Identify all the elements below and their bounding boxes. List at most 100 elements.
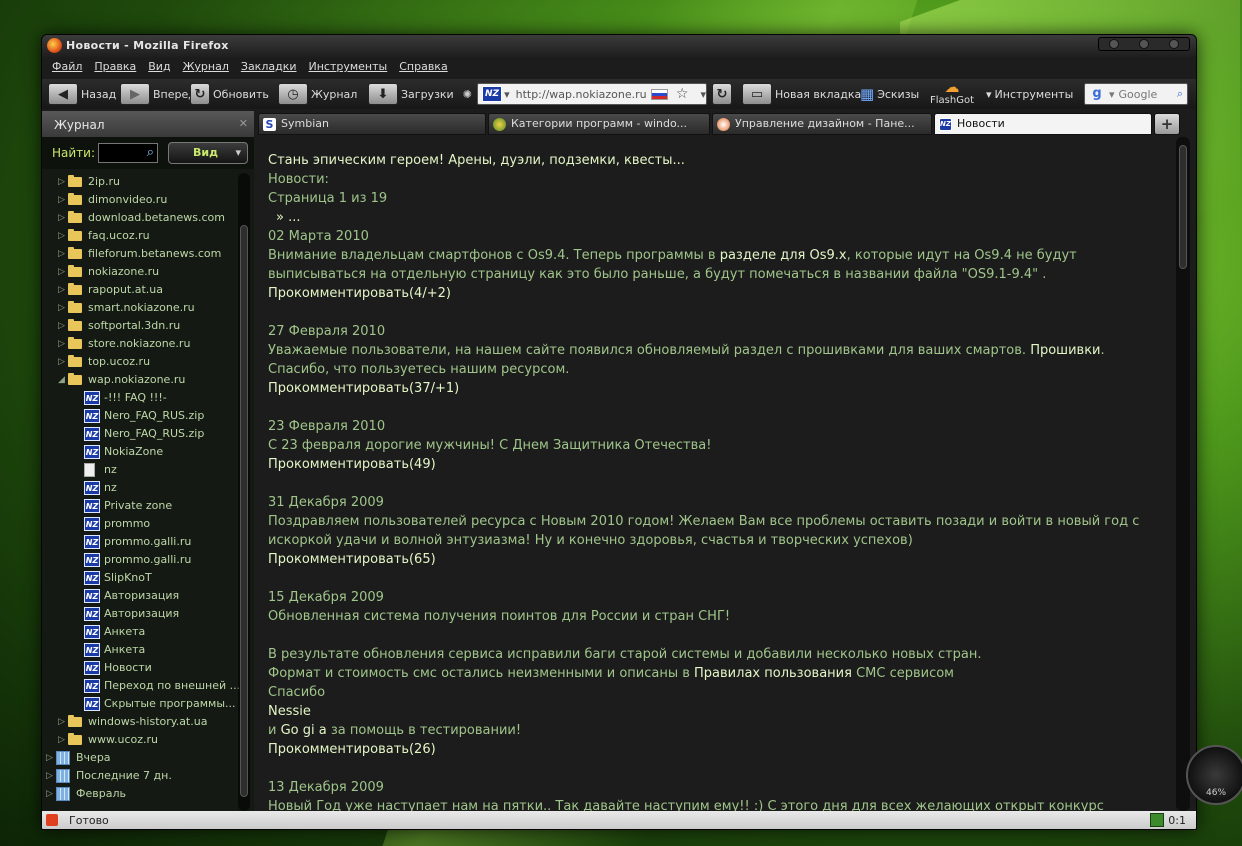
history-folder[interactable]: ◢ wap.nokiazone.ru: [42, 371, 238, 389]
history-folder[interactable]: ▷ fileforum.betanews.com: [42, 245, 238, 263]
collapsed-arrow-icon[interactable]: ▷: [46, 785, 53, 803]
history-folder[interactable]: ▷ faq.ucoz.ru: [42, 227, 238, 245]
pagination-more-link[interactable]: » ...: [268, 208, 1176, 227]
find-input[interactable]: ⌕: [98, 143, 158, 163]
history-page[interactable]: NZ Nero_FAQ_RUS.zip: [42, 425, 238, 443]
find-search-icon[interactable]: ⌕: [147, 145, 154, 160]
google-icon[interactable]: g: [1088, 86, 1106, 102]
collapsed-arrow-icon[interactable]: ▷: [58, 173, 65, 191]
collapsed-arrow-icon[interactable]: ▷: [58, 209, 65, 227]
history-page[interactable]: NZ Скрытые программы...: [42, 695, 238, 713]
menu-file[interactable]: Файл: [52, 60, 82, 76]
history-page[interactable]: NZ SlipKnoT: [42, 569, 238, 587]
minimize-button[interactable]: [1109, 39, 1119, 49]
history-page[interactable]: NZ Анкета: [42, 623, 238, 641]
tools-menu-button[interactable]: ▾ Инструменты: [986, 83, 1073, 105]
history-button[interactable]: ◷ Журнал: [278, 83, 357, 105]
close-button[interactable]: [1169, 39, 1179, 49]
go-button[interactable]: ↻: [712, 83, 732, 105]
menu-tools[interactable]: Инструменты: [309, 60, 388, 76]
comment-link[interactable]: Прокомментировать(26): [268, 740, 1176, 759]
content-scroll-thumb[interactable]: [1179, 145, 1187, 269]
tab-symbian[interactable]: S Symbian: [258, 113, 486, 135]
menu-view[interactable]: Вид: [148, 60, 170, 76]
tab-design-management[interactable]: Управление дизайном - Пане...: [712, 113, 932, 135]
history-page[interactable]: NZ prommo: [42, 515, 238, 533]
history-page[interactable]: NZ NokiaZone: [42, 443, 238, 461]
history-page[interactable]: NZ nz: [42, 479, 238, 497]
history-page[interactable]: NZ prommo.galli.ru: [42, 551, 238, 569]
history-folder[interactable]: ▷ smart.nokiazone.ru: [42, 299, 238, 317]
menu-history[interactable]: Журнал: [183, 60, 229, 76]
sketches-button[interactable]: ▦ Эскизы: [860, 83, 919, 105]
history-folder[interactable]: ▷ store.nokiazone.ru: [42, 335, 238, 353]
sidebar-scroll-thumb[interactable]: [240, 225, 248, 797]
collapsed-arrow-icon[interactable]: ▷: [58, 335, 65, 353]
comment-link[interactable]: Прокомментировать(4/+2): [268, 284, 1176, 303]
sidebar-scrollbar[interactable]: [238, 173, 250, 811]
bookmark-star-icon[interactable]: ☆: [676, 86, 689, 102]
downloads-button[interactable]: ⬇ Загрузки ✺: [368, 83, 472, 105]
history-folder[interactable]: ▷ windows-history.at.ua: [42, 713, 238, 731]
collapsed-arrow-icon[interactable]: ▷: [58, 731, 65, 749]
history-folder[interactable]: ▷ www.ucoz.ru: [42, 731, 238, 749]
collapsed-arrow-icon[interactable]: ▷: [46, 767, 53, 785]
forward-button[interactable]: ▶ Вперед: [120, 83, 196, 105]
url-text[interactable]: http://wap.nokiazone.ru: [516, 88, 647, 101]
comment-link[interactable]: Прокомментировать(49): [268, 455, 1176, 474]
history-folder[interactable]: ▷ rapoput.at.ua: [42, 281, 238, 299]
news-inline-link[interactable]: Nessie: [268, 704, 311, 719]
new-tab-button[interactable]: ▭ Новая вкладка: [742, 83, 861, 105]
collapsed-arrow-icon[interactable]: ▷: [58, 281, 65, 299]
search-input[interactable]: Google: [1119, 88, 1158, 101]
history-page[interactable]: NZ Авторизация: [42, 605, 238, 623]
history-page[interactable]: NZ Новости: [42, 659, 238, 677]
history-page[interactable]: NZ Nero_FAQ_RUS.zip: [42, 407, 238, 425]
history-group[interactable]: ▷ Последние 7 дн.: [42, 767, 238, 785]
tab-news[interactable]: NZ Новости: [934, 113, 1152, 135]
collapsed-arrow-icon[interactable]: ▷: [58, 353, 65, 371]
status-security-icon[interactable]: [1150, 813, 1164, 827]
reload-button[interactable]: ↻ Обновить: [190, 83, 269, 105]
collapsed-arrow-icon[interactable]: ▷: [58, 191, 65, 209]
history-folder[interactable]: ▷ download.betanews.com: [42, 209, 238, 227]
comment-link[interactable]: Прокомментировать(37/+1): [268, 379, 1176, 398]
news-inline-link[interactable]: Прошивки: [1030, 343, 1100, 358]
search-engine-dropdown-icon[interactable]: ▾: [1109, 88, 1115, 101]
flashgot-button[interactable]: ☁ FlashGot: [930, 79, 974, 106]
menu-help[interactable]: Справка: [399, 60, 447, 76]
history-page[interactable]: NZ prommo.galli.ru: [42, 533, 238, 551]
add-tab-button[interactable]: +: [1154, 113, 1180, 135]
collapsed-arrow-icon[interactable]: ▷: [46, 749, 53, 767]
url-bar[interactable]: NZ ▾ http://wap.nokiazone.ru ☆ ▾: [477, 83, 707, 105]
history-group[interactable]: ▷ Вчера: [42, 749, 238, 767]
news-inline-link[interactable]: Правилах пользования: [694, 666, 852, 681]
history-folder[interactable]: ▷ top.ucoz.ru: [42, 353, 238, 371]
history-page[interactable]: NZ Переход по внешней ...: [42, 677, 240, 695]
search-box[interactable]: g ▾ Google ⌕: [1084, 83, 1188, 105]
collapsed-arrow-icon[interactable]: ▷: [58, 299, 65, 317]
history-folder[interactable]: ▷ 2ip.ru: [42, 173, 238, 191]
promo-banner-link[interactable]: Стань эпическим героем! Арены, дуэли, по…: [268, 151, 1176, 170]
maximize-button[interactable]: [1139, 39, 1149, 49]
view-dropdown[interactable]: Вид ▾: [168, 142, 248, 164]
tab-program-categories[interactable]: Категории программ - windo...: [488, 113, 710, 135]
expanded-arrow-icon[interactable]: ◢: [58, 371, 65, 389]
collapsed-arrow-icon[interactable]: ▷: [58, 245, 65, 263]
sidebar-close-icon[interactable]: ✕: [239, 117, 248, 130]
favicon-dropdown-icon[interactable]: ▾: [504, 88, 510, 101]
comment-link[interactable]: Прокомментировать(65): [268, 550, 1176, 569]
history-page[interactable]: NZ Private zone: [42, 497, 238, 515]
history-folder[interactable]: ▷ nokiazone.ru: [42, 263, 238, 281]
collapsed-arrow-icon[interactable]: ▷: [58, 263, 65, 281]
url-dropdown-icon[interactable]: ▾: [700, 88, 706, 101]
search-magnifier-icon[interactable]: ⌕: [1177, 87, 1183, 101]
news-inline-link[interactable]: Go gi a: [281, 723, 327, 738]
back-button[interactable]: ◀ Назад: [48, 83, 116, 105]
history-folder[interactable]: ▷ dimonvideo.ru: [42, 191, 238, 209]
collapsed-arrow-icon[interactable]: ▷: [58, 317, 65, 335]
menu-edit[interactable]: Правка: [94, 60, 136, 76]
history-page[interactable]: nz: [42, 461, 238, 479]
history-page[interactable]: NZ Анкета: [42, 641, 238, 659]
history-group[interactable]: ▷ Февраль: [42, 785, 238, 803]
